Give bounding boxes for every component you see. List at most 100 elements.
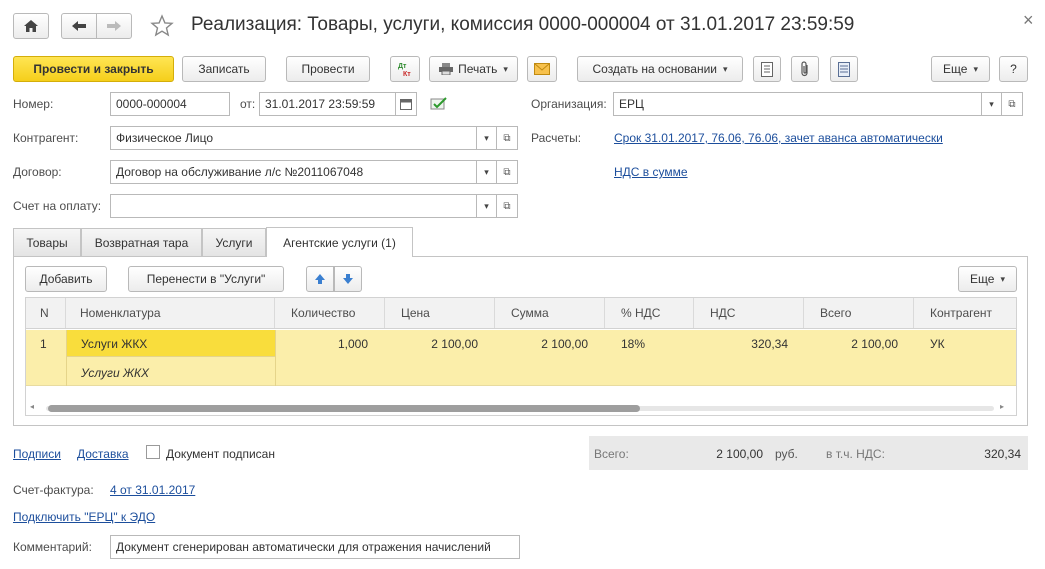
tab-goods[interactable]: Товары — [13, 228, 81, 256]
more-button[interactable]: Еще — [931, 56, 990, 82]
counterparty-open-button[interactable]: ⧉ — [497, 126, 518, 150]
post-button[interactable]: Провести — [286, 56, 370, 82]
column-header-quantity[interactable]: Количество — [275, 298, 385, 328]
help-button[interactable]: ? — [999, 56, 1028, 82]
cell-counterparty[interactable]: УК — [930, 337, 945, 351]
cell-vat[interactable]: 320,34 — [751, 337, 788, 351]
total-label: Всего: — [594, 447, 629, 461]
currency-label: руб. — [775, 447, 798, 461]
counterparty-label: Контрагент: — [13, 131, 79, 145]
cell-item-sub[interactable]: Услуги ЖКХ — [81, 366, 149, 380]
tab-agent-services[interactable]: Агентские услуги (1) — [266, 227, 413, 257]
contract-dropdown[interactable]: ▾ — [477, 160, 497, 184]
vat-included-value: 320,34 — [984, 447, 1021, 461]
total-value: 2 100,00 — [716, 447, 763, 461]
date-field[interactable]: 31.01.2017 23:59:59 — [259, 92, 396, 116]
favorite-star-icon[interactable] — [150, 14, 174, 38]
organization-open-button[interactable]: ⧉ — [1002, 92, 1023, 116]
column-header-vat[interactable]: НДС — [694, 298, 804, 328]
payment-invoice-label: Счет на оплату: — [13, 199, 102, 213]
settlements-label: Расчеты: — [531, 131, 582, 145]
organization-dropdown[interactable]: ▾ — [982, 92, 1002, 116]
email-button[interactable] — [527, 56, 557, 82]
column-header-total[interactable]: Всего — [804, 298, 914, 328]
signatures-link[interactable]: Подписи — [13, 447, 61, 461]
svg-text:Дт: Дт — [398, 63, 407, 70]
arrow-up-icon — [315, 274, 325, 284]
date-label: от: — [240, 97, 256, 111]
back-button[interactable] — [61, 13, 97, 39]
row-sub-divider — [66, 356, 275, 357]
cell-vat-rate[interactable]: 18% — [621, 337, 645, 351]
payment-invoice-open-button[interactable]: ⧉ — [497, 194, 518, 218]
cell-total[interactable]: 2 100,00 — [851, 337, 898, 351]
contract-label: Договор: — [13, 165, 62, 179]
move-to-services-button[interactable]: Перенести в "Услуги" — [128, 266, 284, 292]
document-signed-label: Документ подписан — [166, 447, 275, 461]
scrollbar-thumb[interactable] — [48, 405, 640, 412]
scroll-left-icon[interactable]: ◂ — [30, 402, 34, 411]
cell-quantity[interactable]: 1,000 — [338, 337, 368, 351]
print-button[interactable]: Печать — [429, 56, 518, 82]
invoice-fact-label: Счет-фактура: — [13, 483, 94, 497]
home-button[interactable] — [13, 13, 49, 39]
column-header-vat-rate[interactable]: % НДС — [605, 298, 694, 328]
arrow-down-icon — [343, 274, 353, 284]
payment-invoice-dropdown[interactable]: ▾ — [477, 194, 497, 218]
horizontal-scrollbar[interactable]: ◂ ▸ — [30, 402, 1010, 414]
column-header-n[interactable]: N — [26, 298, 66, 328]
tab-services[interactable]: Услуги — [202, 228, 266, 256]
svg-text:Кт: Кт — [403, 71, 411, 78]
vat-mode-link[interactable]: НДС в сумме — [614, 165, 688, 179]
settlements-link[interactable]: Срок 31.01.2017, 76.06, 76.06, зачет ава… — [614, 131, 943, 145]
comment-field[interactable]: Документ сгенерирован автоматически для … — [110, 535, 520, 559]
posted-check-icon — [430, 97, 447, 110]
invoice-fact-link[interactable]: 4 от 31.01.2017 — [110, 483, 195, 497]
move-up-button[interactable] — [306, 266, 334, 292]
table-more-button[interactable]: Еще — [958, 266, 1017, 292]
totals-panel — [589, 436, 1028, 470]
forward-button[interactable] — [96, 13, 132, 39]
print-label: Печать — [458, 62, 498, 76]
cell-sum[interactable]: 2 100,00 — [541, 337, 588, 351]
delivery-link[interactable]: Доставка — [77, 447, 129, 461]
organization-field[interactable]: ЕРЦ — [613, 92, 982, 116]
report-button[interactable] — [753, 56, 781, 82]
contract-open-button[interactable]: ⧉ — [497, 160, 518, 184]
document-icon — [761, 61, 773, 77]
column-header-price[interactable]: Цена — [385, 298, 495, 328]
row-col-divider — [66, 330, 67, 386]
printer-icon — [439, 63, 454, 75]
arrow-left-icon — [72, 21, 86, 31]
cell-n: 1 — [40, 337, 47, 351]
move-down-button[interactable] — [334, 266, 362, 292]
calendar-icon — [400, 98, 412, 110]
column-header-counterparty[interactable]: Контрагент — [914, 298, 1016, 328]
structure-button[interactable] — [830, 56, 858, 82]
cell-price[interactable]: 2 100,00 — [431, 337, 478, 351]
cell-item[interactable]: Услуги ЖКХ — [81, 337, 147, 351]
page-title: Реализация: Товары, услуги, комиссия 000… — [191, 14, 855, 35]
create-based-on-button[interactable]: Создать на основании — [577, 56, 743, 82]
organization-label: Организация: — [531, 97, 607, 111]
payment-invoice-field[interactable] — [110, 194, 477, 218]
vat-included-label: в т.ч. НДС: — [826, 447, 885, 461]
calendar-button[interactable] — [396, 92, 417, 116]
post-and-close-button[interactable]: Провести и закрыть — [13, 56, 174, 82]
scroll-right-icon[interactable]: ▸ — [1000, 402, 1004, 411]
home-icon — [24, 20, 38, 32]
attach-button[interactable] — [791, 56, 819, 82]
document-signed-checkbox[interactable] — [146, 445, 160, 459]
save-button[interactable]: Записать — [182, 56, 266, 82]
tab-returnable-packaging[interactable]: Возвратная тара — [81, 228, 202, 256]
counterparty-field[interactable]: Физическое Лицо — [110, 126, 477, 150]
contract-field[interactable]: Договор на обслуживание л/с №2011067048 — [110, 160, 477, 184]
number-field[interactable]: 0000-000004 — [110, 92, 230, 116]
column-header-sum[interactable]: Сумма — [495, 298, 605, 328]
counterparty-dropdown[interactable]: ▾ — [477, 126, 497, 150]
column-header-item[interactable]: Номенклатура — [66, 298, 275, 328]
dt-kt-button[interactable]: Дт Кт — [390, 56, 420, 82]
connect-edo-link[interactable]: Подключить "ЕРЦ" к ЭДО — [13, 510, 155, 524]
add-row-button[interactable]: Добавить — [25, 266, 107, 292]
close-icon[interactable]: × — [1023, 10, 1034, 31]
